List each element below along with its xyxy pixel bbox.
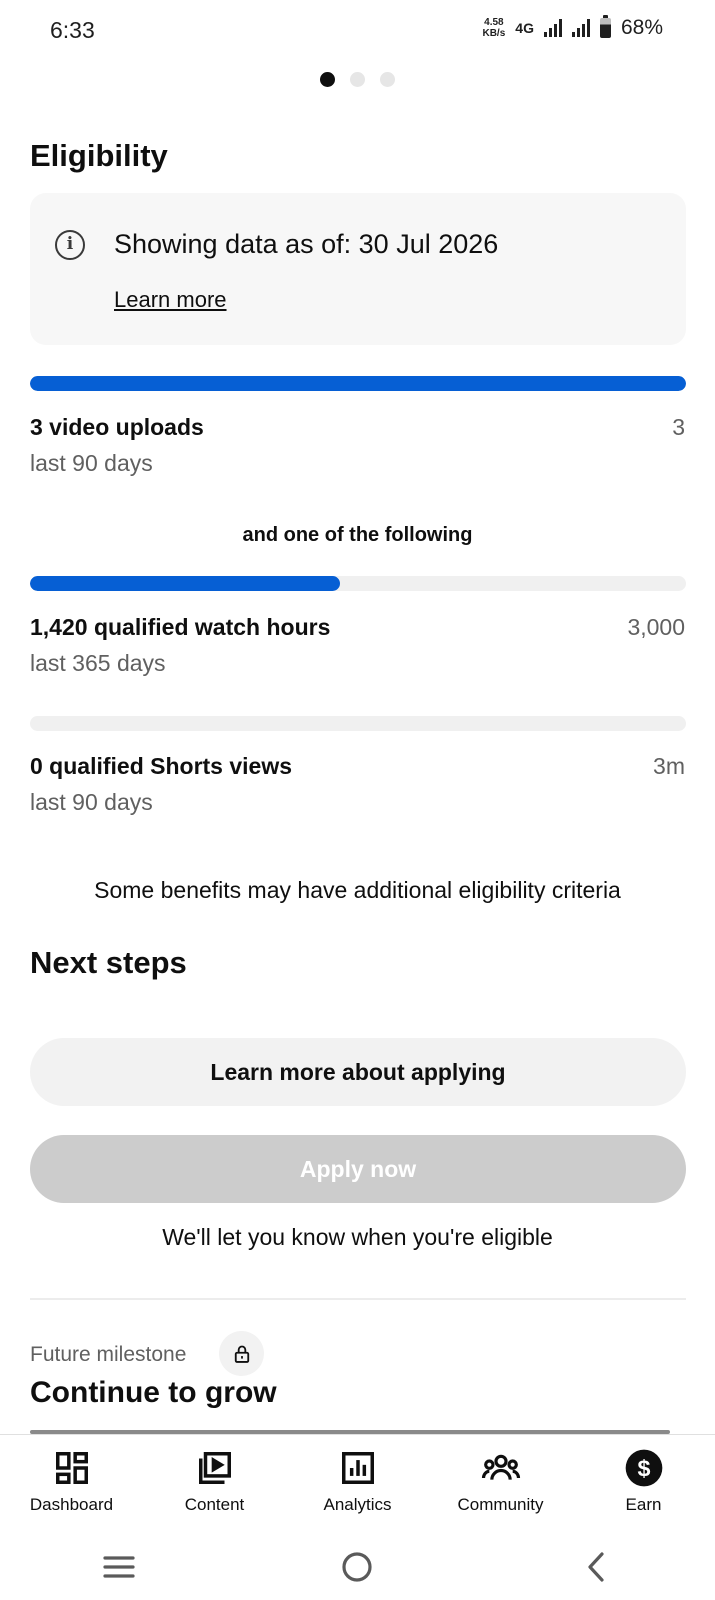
learn-more-link[interactable]: Learn more [114, 287, 227, 313]
status-time: 6:33 [50, 17, 95, 43]
continue-to-grow-title: Continue to grow [30, 1376, 277, 1409]
content-icon [194, 1447, 236, 1489]
data-info-card: i Showing data as of: 30 Jul 2026 Learn … [30, 193, 686, 345]
shorts-views-period: last 90 days [30, 789, 153, 815]
network-type: 4G [515, 20, 534, 36]
page-dot-3[interactable] [380, 72, 395, 87]
shorts-views-target: 3m [653, 753, 685, 779]
svg-text:$: $ [637, 1455, 650, 1481]
signal-icon [543, 19, 562, 37]
nav-item-earn[interactable]: $ Earn [572, 1435, 715, 1535]
eligibility-title: Eligibility [30, 138, 168, 173]
dashboard-icon [51, 1447, 93, 1489]
one-of-following-text: and one of the following [242, 524, 473, 546]
eligibility-notify-text: We'll let you know when you're eligible [162, 1224, 553, 1250]
nav-label-dashboard: Dashboard [29, 1495, 114, 1514]
back-icon[interactable] [566, 1537, 626, 1597]
future-milestone-label: Future milestone [30, 1343, 187, 1366]
analytics-icon [337, 1447, 379, 1489]
nav-label-earn: Earn [625, 1495, 662, 1514]
next-steps-title: Next steps [30, 945, 187, 980]
battery-percent: 68% [620, 16, 663, 39]
earn-icon: $ [623, 1447, 665, 1489]
uploads-target: 3 [672, 414, 685, 440]
system-navigation [0, 1534, 715, 1600]
nav-label-analytics: Analytics [323, 1495, 392, 1514]
apply-now-button[interactable]: Apply now [30, 1135, 686, 1203]
section-divider [30, 1298, 686, 1300]
nav-item-content[interactable]: Content [143, 1435, 286, 1535]
page-dot-2[interactable] [350, 72, 365, 87]
network-speed: 4.58 KB/s [482, 17, 505, 39]
status-bar: 6:33 4.58 KB/s 4G 68% [0, 0, 715, 64]
home-icon[interactable] [327, 1537, 387, 1597]
recents-icon[interactable] [89, 1537, 149, 1597]
uploads-period: last 90 days [30, 450, 153, 476]
page-indicator [0, 72, 715, 87]
nav-label-content: Content [184, 1495, 245, 1514]
battery-icon [599, 15, 611, 38]
page-dot-1[interactable] [320, 72, 335, 87]
additional-criteria-note: Some benefits may have additional eligib… [94, 877, 621, 903]
nav-item-community[interactable]: Community [429, 1435, 572, 1535]
uploads-progress-fill [30, 376, 686, 391]
info-icon: i [55, 230, 85, 260]
network-speed-unit: KB/s [482, 28, 506, 39]
nav-label-community: Community [457, 1495, 544, 1514]
community-icon [480, 1447, 522, 1489]
shorts-views-progress-bar [30, 716, 686, 731]
uploads-progress-bar [30, 376, 686, 391]
bottom-navigation: Dashboard Content Analytics Community $ … [0, 1434, 715, 1535]
network-speed-value: 4.58 [484, 17, 504, 28]
data-as-of-text: Showing data as of: 30 Jul 2026 [114, 229, 499, 259]
status-indicators: 4.58 KB/s 4G 68% [482, 15, 663, 40]
watch-hours-period: last 365 days [30, 650, 166, 676]
uploads-label: 3 video uploads [30, 414, 204, 440]
clipped-description-text [30, 1424, 670, 1434]
nav-item-dashboard[interactable]: Dashboard [0, 1435, 143, 1535]
watch-hours-progress-fill [30, 576, 341, 591]
watch-hours-target: 3,000 [627, 614, 685, 640]
watch-hours-progress-bar [30, 576, 686, 591]
watch-hours-label: 1,420 qualified watch hours [30, 614, 331, 640]
signal-icon-secondary [571, 19, 590, 37]
shorts-views-label: 0 qualified Shorts views [30, 753, 293, 779]
nav-item-analytics[interactable]: Analytics [286, 1435, 429, 1535]
learn-more-about-applying-button[interactable]: Learn more about applying [30, 1038, 686, 1106]
lock-icon [219, 1331, 264, 1376]
